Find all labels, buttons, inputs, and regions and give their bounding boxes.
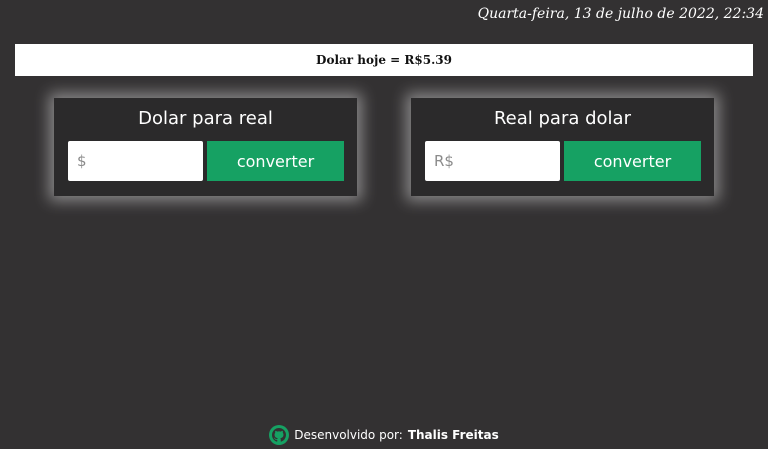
github-icon[interactable] — [269, 425, 290, 445]
brl-to-usd-title: Real para dolar — [493, 108, 631, 129]
exchange-rate-bar: Dolar hoje = R$5.39 — [15, 44, 753, 76]
usd-amount-input[interactable] — [68, 141, 203, 181]
footer-prefix: Desenvolvido por: — [294, 428, 403, 442]
brl-amount-input[interactable] — [425, 141, 560, 181]
usd-to-brl-card: Dolar para real converter — [54, 98, 357, 196]
brl-to-usd-card: Real para dolar converter — [411, 98, 714, 196]
brl-convert-button[interactable]: converter — [564, 141, 701, 181]
usd-convert-button[interactable]: converter — [207, 141, 344, 181]
footer: Desenvolvido por: Thalis Freitas — [0, 425, 768, 445]
exchange-rate-text: Dolar hoje = R$5.39 — [316, 53, 452, 67]
current-datetime: Quarta-feira, 13 de julho de 2022, 22:34 — [477, 6, 764, 22]
usd-to-brl-title: Dolar para real — [138, 108, 273, 129]
author-link[interactable]: Thalis Freitas — [408, 428, 499, 442]
